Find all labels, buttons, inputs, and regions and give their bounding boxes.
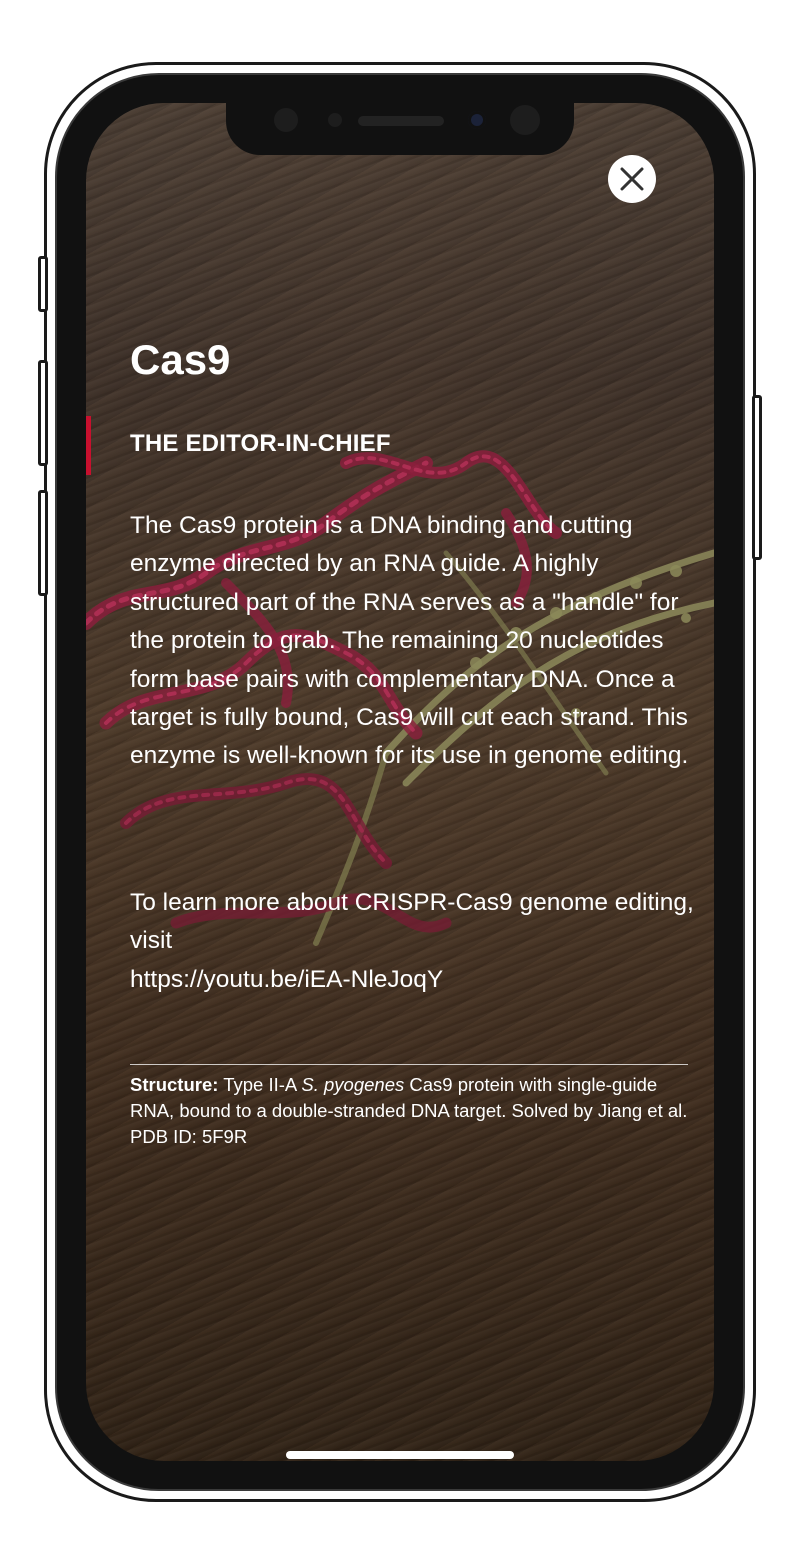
volume-up-button bbox=[38, 360, 48, 466]
screen bbox=[86, 103, 714, 1461]
page-title: Cas9 bbox=[130, 336, 231, 383]
power-button bbox=[752, 395, 762, 560]
volume-down-button bbox=[38, 490, 48, 596]
home-indicator[interactable] bbox=[286, 1451, 514, 1459]
structure-caption: Structure: Type II-A S. pyogenes Cas9 pr… bbox=[130, 1072, 700, 1150]
front-camera-icon bbox=[468, 111, 486, 129]
structure-text: Type II-A bbox=[223, 1074, 297, 1095]
sensor-icon bbox=[328, 113, 342, 127]
mute-switch bbox=[38, 256, 48, 312]
sensor-icon bbox=[274, 108, 298, 132]
learn-more-prefix: To learn more about CRISPR-Cas9 genome e… bbox=[130, 889, 694, 955]
close-button[interactable] bbox=[608, 155, 656, 203]
structure-label: Structure: bbox=[130, 1074, 219, 1095]
learn-more-text: To learn more about CRISPR-Cas9 genome e… bbox=[130, 884, 700, 999]
protein-helix bbox=[124, 777, 388, 865]
divider bbox=[130, 1064, 688, 1065]
learn-more-link[interactable]: https://youtu.be/iEA-NleJoqY bbox=[130, 966, 443, 993]
section-subtitle: THE EDITOR-IN-CHIEF bbox=[130, 430, 391, 457]
close-icon bbox=[620, 167, 644, 191]
notch bbox=[226, 103, 574, 155]
structure-species: S. pyogenes bbox=[301, 1074, 405, 1095]
speaker-grille bbox=[358, 116, 444, 126]
sensor-icon bbox=[510, 105, 540, 135]
accent-bar bbox=[86, 416, 91, 475]
description-text: The Cas9 protein is a DNA binding and cu… bbox=[130, 512, 689, 770]
